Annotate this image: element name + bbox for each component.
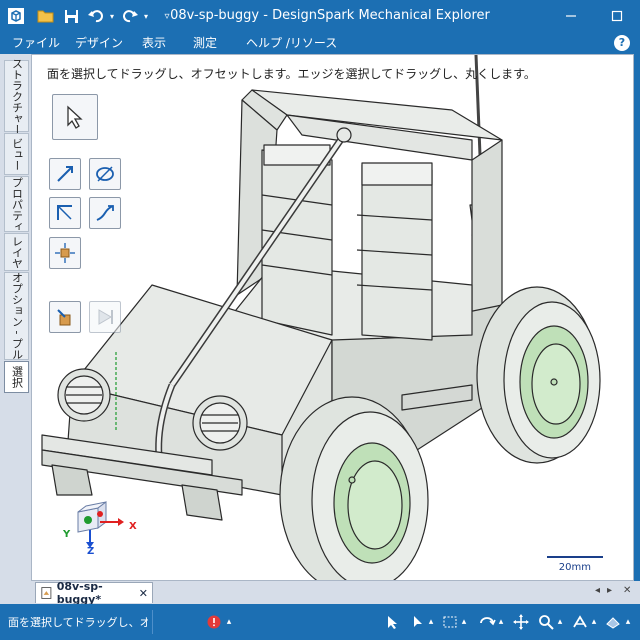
status-message: 面を選択してドラッグし、オフセットします。 — [8, 616, 148, 629]
restore-button[interactable] — [594, 0, 640, 32]
tab-scroll-left-icon[interactable]: ◂ — [595, 585, 600, 596]
axis-x-label: X — [129, 521, 137, 532]
status-divider — [152, 610, 153, 634]
pan-icon[interactable] — [511, 613, 531, 631]
document-tab-bar: 08v-sp-buggy* ✕ ◂ ▸ ✕ — [31, 580, 640, 606]
rotate-view-icon[interactable] — [476, 613, 498, 631]
document-icon — [41, 587, 52, 599]
select-arrow-icon[interactable] — [52, 94, 98, 140]
side-panel-tabs: ストラクチャー ビュー プロパティ レイヤ オプション - プル 選択 — [0, 54, 31, 604]
cursor-dropdown-icon[interactable]: ▴ — [427, 613, 435, 631]
tab-selection[interactable]: 選択 — [4, 361, 29, 393]
rotate-dropdown-icon[interactable]: ▴ — [497, 613, 505, 631]
tab-view[interactable]: ビュー — [4, 133, 29, 175]
pull-solid-icon[interactable] — [49, 301, 81, 333]
box-select-icon[interactable] — [440, 613, 460, 631]
display-style-dropdown-icon[interactable]: ▴ — [624, 613, 632, 631]
tab-scroll-right-icon[interactable]: ▸ — [607, 585, 612, 596]
tab-options-pull[interactable]: オプション - プル — [4, 272, 29, 360]
fold-icon[interactable] — [49, 197, 81, 229]
status-select-icon[interactable] — [382, 613, 402, 631]
help-button[interactable]: ? — [614, 35, 630, 51]
sweep-icon[interactable] — [89, 197, 121, 229]
close-document-icon[interactable]: ✕ — [623, 585, 631, 596]
zoom-icon[interactable] — [536, 613, 556, 631]
scale-label: 20mm — [558, 562, 591, 573]
menu-file[interactable]: ファイル — [12, 32, 60, 54]
home-view-dropdown-icon[interactable]: ▴ — [590, 613, 598, 631]
hint-text: 面を選択してドラッグし、オフセットします。エッジを選択してドラッグし、丸くします… — [47, 67, 536, 81]
zoom-dropdown-icon[interactable]: ▴ — [556, 613, 564, 631]
minimize-button[interactable] — [548, 0, 594, 32]
open-folder-icon[interactable] — [36, 6, 56, 26]
display-style-icon[interactable] — [603, 613, 623, 631]
scale-bar — [547, 556, 603, 558]
document-tab[interactable]: 08v-sp-buggy* ✕ — [35, 580, 153, 606]
redo-dropdown-icon[interactable]: ▾ — [141, 6, 151, 26]
app-logo-icon — [6, 6, 26, 26]
tab-properties[interactable]: プロパティ — [4, 176, 29, 232]
design-viewport[interactable]: 面を選択してドラッグし、オフセットします。エッジを選択してドラッグし、丸くします… — [31, 54, 634, 581]
menu-help-resources[interactable]: ヘルプ /リソース — [246, 32, 337, 54]
pull-direction-icon[interactable] — [49, 158, 81, 190]
close-tab-icon[interactable]: ✕ — [139, 587, 148, 600]
title-bar: ▾ ▾ ▿ 08v-sp-buggy - DesignSpark Mechani… — [0, 0, 640, 32]
save-icon[interactable] — [62, 6, 80, 26]
error-icon[interactable] — [206, 613, 222, 631]
undo-dropdown-icon[interactable]: ▾ — [107, 6, 117, 26]
axis-y-label: Y — [63, 529, 71, 540]
menu-view[interactable]: 表示 — [142, 32, 166, 54]
error-dropdown-icon[interactable]: ▴ — [224, 613, 234, 631]
redo-icon[interactable] — [120, 6, 140, 26]
menu-measure[interactable]: 測定 — [193, 32, 217, 54]
menu-bar: ファイル デザイン 表示 測定 ヘルプ /リソース ? — [0, 32, 640, 54]
forward-disabled-icon — [89, 301, 121, 333]
up-to-icon[interactable] — [49, 237, 81, 269]
axis-z-label: Z — [87, 546, 95, 557]
box-select-dropdown-icon[interactable]: ▴ — [460, 613, 468, 631]
home-view-icon[interactable] — [570, 613, 590, 631]
document-tab-label: 08v-sp-buggy* — [56, 580, 103, 606]
rotate-pivot-icon[interactable] — [89, 158, 121, 190]
status-cursor-icon[interactable] — [408, 613, 428, 631]
window-title: 08v-sp-buggy - DesignSpark Mechanical Ex… — [170, 8, 490, 23]
undo-icon[interactable] — [86, 6, 106, 26]
menu-design[interactable]: デザイン — [75, 32, 123, 54]
tab-structure[interactable]: ストラクチャー — [4, 58, 29, 135]
tab-layers[interactable]: レイヤ — [4, 233, 29, 271]
status-bar: 面を選択してドラッグし、オフセットします。 ▴ ▴ ▴ ▴ ▴ ▴ ▴ — [0, 604, 640, 640]
